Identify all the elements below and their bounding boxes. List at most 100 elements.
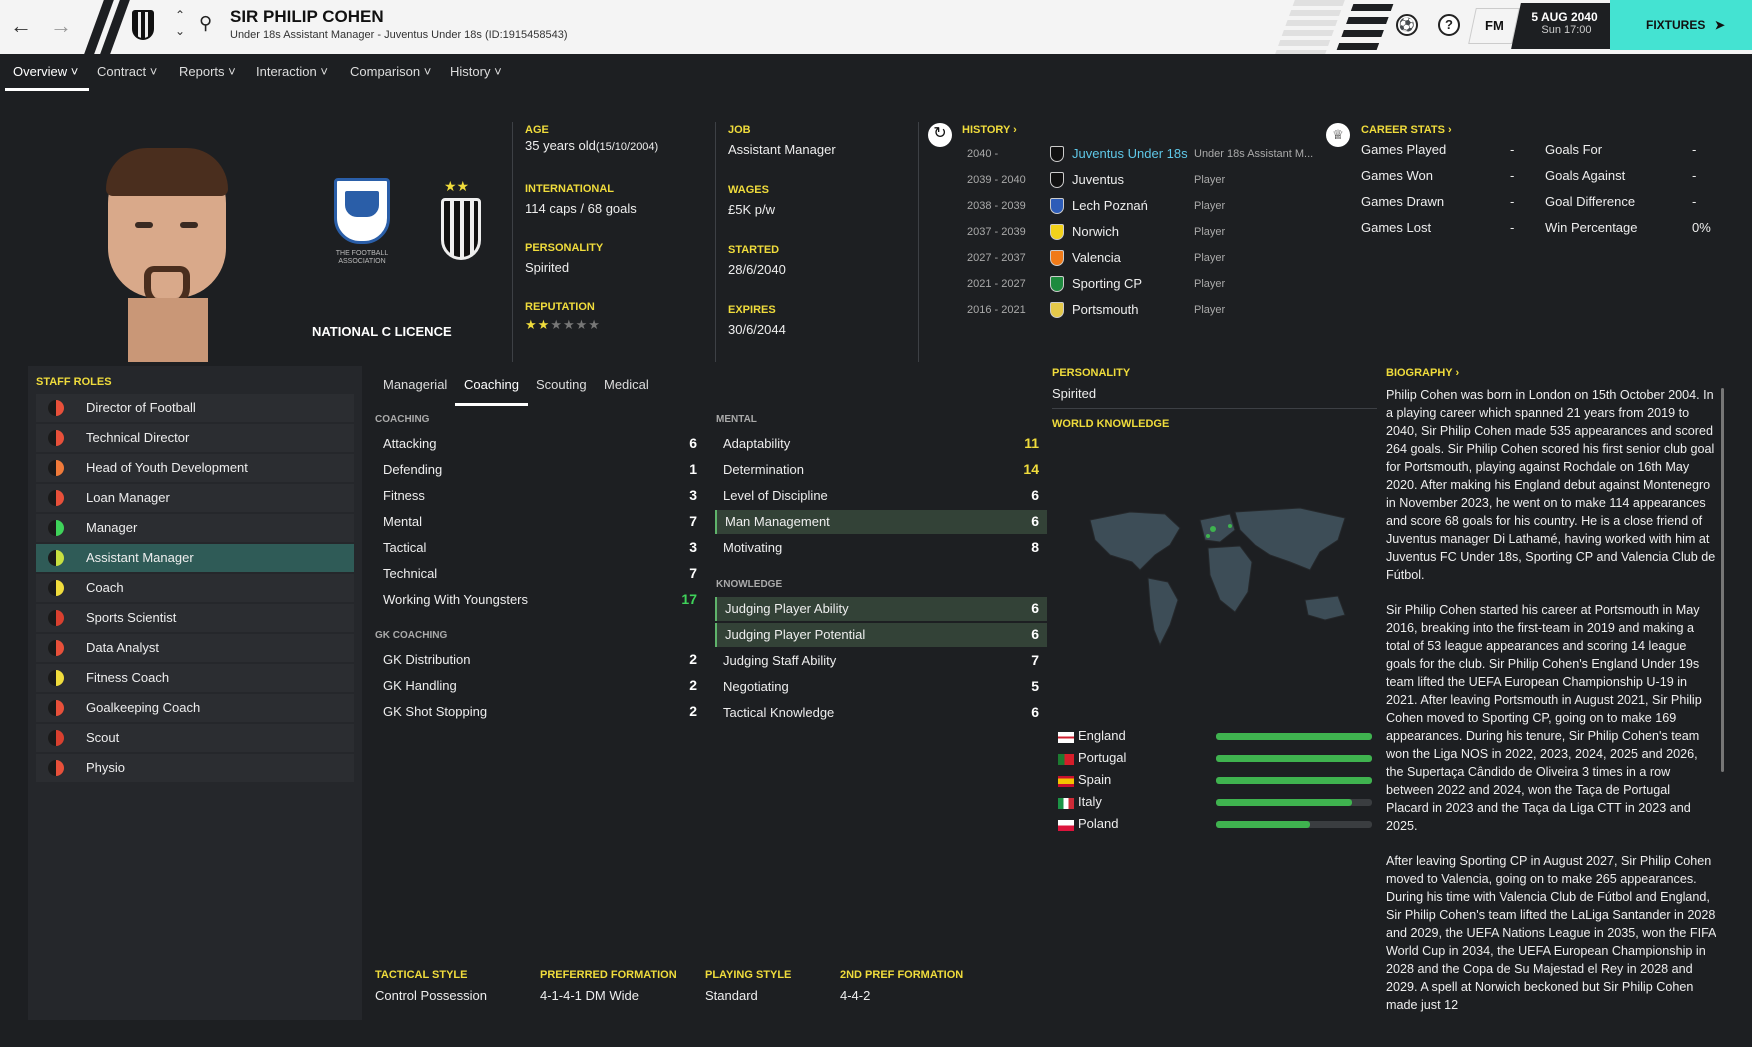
club-crest-icon <box>1050 198 1064 214</box>
staff-role-item[interactable]: Manager <box>36 514 354 542</box>
knowledge-bar-fill <box>1216 755 1372 762</box>
attribute-value: 3 <box>689 487 697 503</box>
history-years: 2039 - 2040 <box>967 174 1026 186</box>
bio-paragraph: After leaving Sporting CP in August 2027… <box>1386 854 1716 1012</box>
tab-medical[interactable]: Medical <box>604 377 649 392</box>
attribute-row[interactable]: GK Distribution 2 <box>375 648 705 672</box>
history-role: Player <box>1194 304 1226 316</box>
forward-arrow-icon[interactable]: → <box>50 13 72 39</box>
history-club-link[interactable]: Sporting CP <box>1072 276 1142 291</box>
italy-flag-icon <box>1058 798 1074 809</box>
biography-title[interactable]: BIOGRAPHY › <box>1386 367 1459 379</box>
world-personality-value: Spirited <box>1052 386 1097 401</box>
england-flag-icon <box>1058 732 1074 743</box>
staff-role-label: Manager <box>86 520 138 535</box>
staff-role-item[interactable]: Physio <box>36 754 354 782</box>
attribute-row[interactable]: GK Handling 2 <box>375 674 705 698</box>
attribute-row[interactable]: Fitness 3 <box>375 484 705 508</box>
nav-contract[interactable]: Contract ˅ <box>97 64 157 79</box>
tab-coaching[interactable]: Coaching <box>464 377 519 392</box>
attribute-row[interactable]: Negotiating 5 <box>715 675 1047 699</box>
career-stats-title[interactable]: CAREER STATS › <box>1361 124 1452 136</box>
staff-role-item[interactable]: Head of Youth Development <box>36 454 354 482</box>
back-arrow-icon[interactable]: ← <box>10 13 32 39</box>
history-role: Player <box>1194 200 1226 212</box>
attribute-name: Determination <box>723 462 804 477</box>
attribute-row[interactable]: Judging Staff Ability 7 <box>715 649 1047 673</box>
attribute-row[interactable]: Judging Player Ability 6 <box>715 597 1047 621</box>
staff-role-item[interactable]: Technical Director <box>36 424 354 452</box>
history-club-link[interactable]: Valencia <box>1072 250 1121 265</box>
attribute-row[interactable]: Attacking 6 <box>375 432 705 456</box>
chevron-up-icon[interactable]: ⌃ <box>175 8 185 22</box>
attribute-row[interactable]: Level of Discipline 6 <box>715 484 1047 508</box>
staff-role-item[interactable]: Director of Football <box>36 394 354 422</box>
attribute-value: 2 <box>689 651 697 667</box>
attribute-row[interactable]: Adaptability 11 <box>715 432 1047 456</box>
staff-role-item[interactable]: Scout <box>36 724 354 752</box>
attribute-row[interactable]: Defending 1 <box>375 458 705 482</box>
career-stat-value: - <box>1692 168 1697 183</box>
attribute-name: GK Distribution <box>383 652 471 667</box>
staff-role-item[interactable]: Fitness Coach <box>36 664 354 692</box>
career-stat-label: Games Played <box>1361 142 1447 157</box>
tab-managerial[interactable]: Managerial <box>383 377 447 392</box>
chevron-down-icon[interactable]: ⌄ <box>175 24 185 38</box>
staff-role-item[interactable]: Assistant Manager <box>36 544 354 572</box>
role-suitability-icon <box>48 730 64 746</box>
nav-interaction[interactable]: Interaction ˅ <box>256 64 328 79</box>
attribute-value: 8 <box>1031 539 1039 555</box>
search-icon[interactable]: ⚲ <box>199 13 212 34</box>
attribute-row[interactable]: Judging Player Potential 6 <box>715 623 1047 647</box>
nation-name: Poland <box>1078 816 1119 831</box>
nav-reports[interactable]: Reports ˅ <box>179 64 236 79</box>
tab-scouting[interactable]: Scouting <box>536 377 587 392</box>
coaching-title: COACHING <box>375 414 430 425</box>
attribute-row[interactable]: Motivating 8 <box>715 536 1047 560</box>
fm-button[interactable]: FM <box>1468 8 1520 44</box>
attribute-row[interactable]: Technical 7 <box>375 562 705 586</box>
history-club-link[interactable]: Portsmouth <box>1072 302 1138 317</box>
staff-role-item[interactable]: Loan Manager <box>36 484 354 512</box>
started-value: 28/6/2040 <box>728 262 786 277</box>
staff-role-label: Data Analyst <box>86 640 159 655</box>
history-icon[interactable]: ↻ <box>928 123 952 147</box>
attribute-row[interactable]: Working With Youngsters 17 <box>375 588 705 612</box>
nav-overview[interactable]: Overview ˅ <box>13 64 78 79</box>
history-club-link[interactable]: Juventus Under 18s <box>1072 146 1188 161</box>
date-display[interactable]: 5 AUG 2040 Sun 17:00 <box>1511 3 1621 49</box>
attribute-row[interactable]: Tactical 3 <box>375 536 705 560</box>
staff-role-item[interactable]: Data Analyst <box>36 634 354 662</box>
attribute-name: Judging Player Potential <box>725 627 866 642</box>
history-club-link[interactable]: Juventus <box>1072 172 1124 187</box>
role-suitability-icon <box>48 400 64 416</box>
role-suitability-icon <box>48 580 64 596</box>
nav-comparison[interactable]: Comparison ˅ <box>350 64 431 79</box>
expires-value: 30/6/2044 <box>728 322 786 337</box>
history-years: 2027 - 2037 <box>967 252 1026 264</box>
bio-paragraph: Philip Cohen was born in London on 15th … <box>1386 388 1716 582</box>
staff-role-item[interactable]: Coach <box>36 574 354 602</box>
ball-icon[interactable]: ⚽ <box>1396 14 1418 36</box>
attribute-value: 6 <box>1031 487 1039 503</box>
age-label: AGE <box>525 124 549 136</box>
attribute-name: Tactical Knowledge <box>723 705 835 720</box>
help-icon[interactable]: ? <box>1438 14 1460 36</box>
fixtures-button[interactable]: FIXTURES ➤ <box>1610 0 1752 50</box>
attribute-row[interactable]: Mental 7 <box>375 510 705 534</box>
attribute-value: 6 <box>1031 626 1039 642</box>
attribute-row[interactable]: Tactical Knowledge 6 <box>715 701 1047 725</box>
staff-role-item[interactable]: Goalkeeping Coach <box>36 694 354 722</box>
attribute-row[interactable]: GK Shot Stopping 2 <box>375 700 705 724</box>
nav-history[interactable]: History ˅ <box>450 64 502 79</box>
bio-scrollbar[interactable] <box>1721 388 1724 772</box>
history-club-link[interactable]: Lech Poznań <box>1072 198 1148 213</box>
preferred-formation-label: PREFERRED FORMATION <box>540 969 677 981</box>
attribute-row[interactable]: Determination 14 <box>715 458 1047 482</box>
history-title[interactable]: HISTORY › <box>962 124 1017 136</box>
history-club-link[interactable]: Norwich <box>1072 224 1119 239</box>
header-decoration <box>1275 0 1395 54</box>
attribute-row[interactable]: Man Management 6 <box>715 510 1047 534</box>
knowledge-bar-fill <box>1216 733 1372 740</box>
staff-role-item[interactable]: Sports Scientist <box>36 604 354 632</box>
